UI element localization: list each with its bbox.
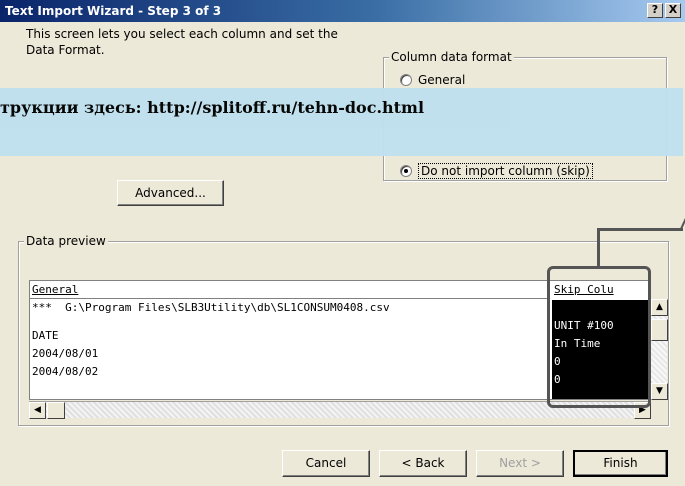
scroll-up-icon[interactable]: ▲ xyxy=(651,299,668,316)
preview-row-5: 2004/08/02 xyxy=(32,365,99,378)
callout-line-horizontal xyxy=(597,228,683,231)
next-button[interactable]: Next > xyxy=(476,450,564,477)
callout-line-tail xyxy=(679,214,685,231)
radio-skip-label: Do not import column (skip) xyxy=(418,163,593,179)
preview-row-1: *** G:\Program Files\SLB3Utility\db\SL1C… xyxy=(32,301,390,314)
title-bar: Text Import Wizard - Step 3 of 3 ? X xyxy=(0,0,685,22)
close-button[interactable]: X xyxy=(665,3,681,18)
scroll-left-icon[interactable]: ◀ xyxy=(29,402,46,419)
callout-line-vertical xyxy=(597,228,600,268)
cancel-button[interactable]: Cancel xyxy=(282,450,370,477)
data-preview-label: Data preview xyxy=(24,234,108,248)
advanced-button[interactable]: Advanced... xyxy=(117,180,224,206)
vertical-scrollbar[interactable]: ▲ ▼ xyxy=(650,299,668,400)
highlight-box xyxy=(547,266,651,408)
radio-general-label: General xyxy=(418,73,466,87)
preview-row-3: DATE xyxy=(32,329,59,342)
hscroll-thumb[interactable] xyxy=(47,402,65,419)
radio-general[interactable]: General xyxy=(400,73,465,87)
radio-skip[interactable]: Do not import column (skip) xyxy=(400,163,593,179)
radio-skip-dot[interactable] xyxy=(400,165,412,177)
scroll-thumb[interactable] xyxy=(651,319,668,341)
radio-general-dot[interactable] xyxy=(400,74,412,86)
scroll-down-icon[interactable]: ▼ xyxy=(651,383,668,400)
preview-header-general[interactable]: General xyxy=(30,281,550,299)
column-format-label: Column data format xyxy=(389,50,514,64)
window-title: Text Import Wizard - Step 3 of 3 xyxy=(5,4,222,18)
preview-row-4: 2004/08/01 xyxy=(32,347,99,360)
watermark-banner: трукции здесь: http://splitoff.ru/tehn-d… xyxy=(0,88,683,156)
help-button[interactable]: ? xyxy=(647,3,663,18)
back-button[interactable]: < Back xyxy=(379,450,467,477)
header-general: General xyxy=(32,283,79,296)
banner-text: трукции здесь: http://splitoff.ru/tehn-d… xyxy=(0,98,425,117)
description-text: This screen lets you select each column … xyxy=(26,27,338,57)
finish-button[interactable]: Finish xyxy=(573,450,668,477)
